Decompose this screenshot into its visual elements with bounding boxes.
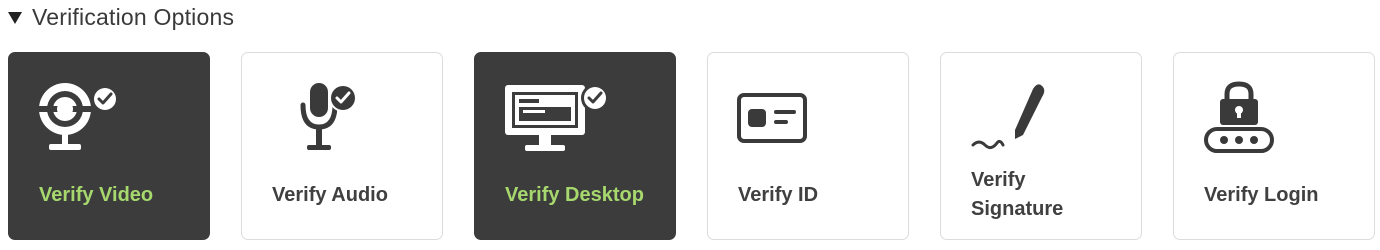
- pen-signature-icon: [969, 79, 1079, 159]
- option-card-verify-video[interactable]: Verify Video: [8, 52, 210, 240]
- option-card-verify-audio[interactable]: Verify Audio: [241, 52, 443, 240]
- option-label: Verify Video: [39, 184, 154, 206]
- option-label: Verify Signature: [971, 169, 1064, 220]
- option-card-verify-id[interactable]: Verify ID: [707, 52, 909, 240]
- option-label: Verify ID: [738, 184, 819, 206]
- option-card-verify-login[interactable]: Verify Login: [1173, 52, 1375, 240]
- microphone-check-icon: [270, 79, 380, 159]
- option-card-verify-signature[interactable]: Verify Signature: [940, 52, 1142, 240]
- verification-options-list: Verify Video Verify Audio Verify Desktop…: [8, 52, 1375, 240]
- section-title: Verification Options: [32, 3, 235, 30]
- option-card-verify-desktop[interactable]: Verify Desktop: [474, 52, 676, 240]
- id-card-icon: [736, 79, 846, 159]
- monitor-check-icon: [503, 79, 613, 159]
- option-label: Verify Login: [1204, 184, 1319, 206]
- lock-password-icon: [1202, 79, 1312, 159]
- caret-down-icon: [8, 11, 22, 24]
- option-label: Verify Audio: [272, 184, 388, 206]
- option-label: Verify Desktop: [505, 184, 644, 206]
- webcam-check-icon: [37, 79, 147, 159]
- verification-options-toggle[interactable]: Verification Options: [8, 2, 234, 32]
